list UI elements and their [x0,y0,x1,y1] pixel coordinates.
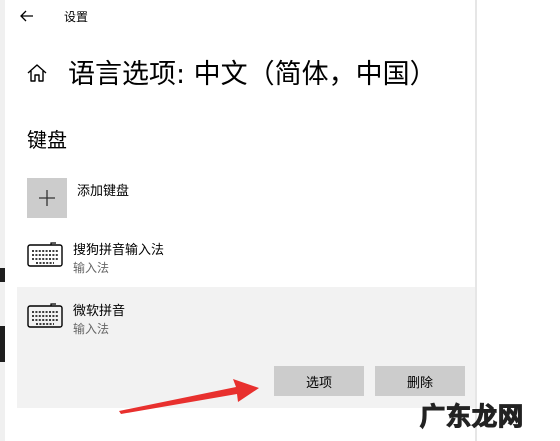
keyboard-type: 输入法 [73,322,110,336]
add-keyboard-button[interactable] [27,178,67,218]
keyboard-item-microsoft-pinyin[interactable]: 微软拼音 输入法 选项 删除 [17,287,475,408]
keyboard-type: 输入法 [73,261,110,275]
plus-icon [39,190,55,206]
home-icon[interactable] [25,61,49,85]
keyboard-icon [27,242,63,267]
keyboard-name: 搜狗拼音输入法 [73,243,165,258]
page-title: 语言选项: 中文（简体，中国） [68,59,437,90]
options-button[interactable]: 选项 [274,366,364,396]
add-keyboard-label[interactable]: 添加键盘 [77,180,129,199]
window-edge [475,0,477,441]
background-window-strip [0,0,5,441]
keyboard-name: 微软拼音 [73,304,126,319]
keyboard-item-sogou[interactable]: 搜狗拼音输入法 输入法 [17,232,475,286]
window-title: 设置 [64,10,89,24]
watermark: 广东龙网 [419,401,525,431]
keyboard-icon [27,303,63,328]
back-arrow-icon [20,10,33,22]
title-bar: 设置 [0,0,475,32]
keyboard-section-title: 键盘 [27,128,67,152]
back-button[interactable] [16,5,38,27]
remove-button[interactable]: 删除 [375,366,465,396]
